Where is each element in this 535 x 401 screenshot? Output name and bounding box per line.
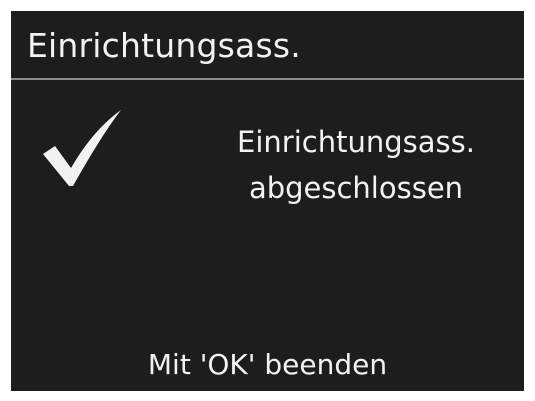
completion-message: Einrichtungsass. abgeschlossen	[206, 119, 506, 211]
device-display: Einrichtungsass. Einrichtungsass. abgesc…	[11, 11, 524, 391]
completion-message-line-1: Einrichtungsass.	[237, 125, 475, 159]
title-divider	[11, 78, 524, 80]
exit-hint: Mit 'OK' beenden	[147, 348, 388, 381]
screen-title: Einrichtungsass.	[27, 26, 301, 65]
checkmark-icon	[41, 106, 125, 190]
completion-message-line-2: abgeschlossen	[248, 171, 464, 205]
